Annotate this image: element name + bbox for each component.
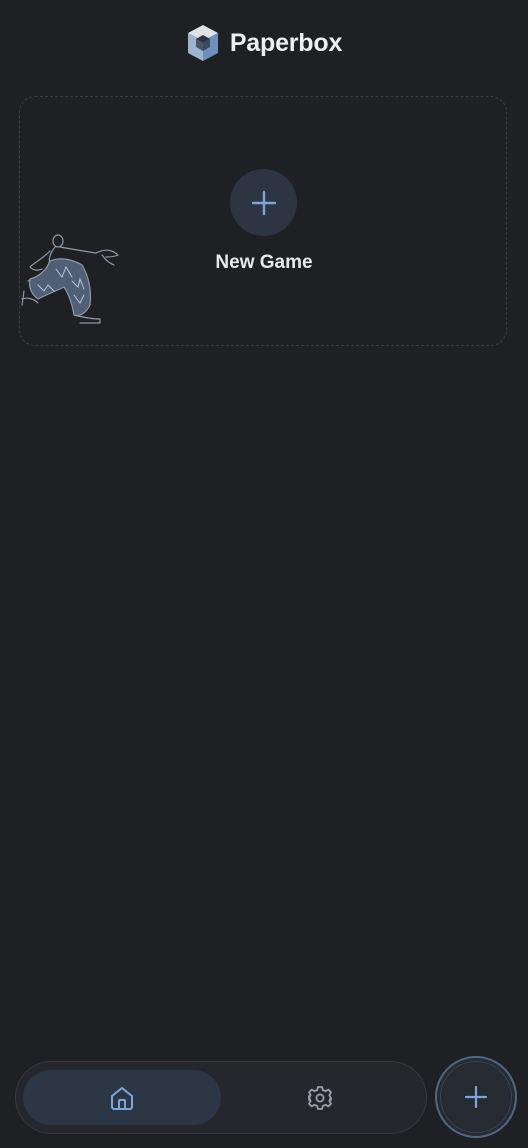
gear-icon bbox=[308, 1085, 332, 1110]
dancing-person-illustration bbox=[21, 234, 119, 324]
app-header: Paperbox bbox=[0, 22, 528, 64]
add-fab-button[interactable] bbox=[435, 1056, 517, 1138]
plus-icon bbox=[464, 1085, 488, 1109]
app-screen: Paperbox New Game bbox=[0, 0, 528, 1148]
home-icon bbox=[111, 1086, 133, 1110]
nav-item-home[interactable] bbox=[23, 1070, 221, 1125]
nav-item-settings[interactable] bbox=[221, 1070, 419, 1125]
bottom-nav bbox=[15, 1061, 427, 1134]
app-title: Paperbox bbox=[229, 28, 343, 57]
cube-logo-icon bbox=[187, 25, 218, 61]
new-game-button[interactable] bbox=[230, 169, 297, 236]
new-game-label: New Game bbox=[215, 252, 313, 273]
plus-icon bbox=[251, 190, 276, 215]
new-game-card[interactable]: New Game bbox=[19, 96, 507, 346]
